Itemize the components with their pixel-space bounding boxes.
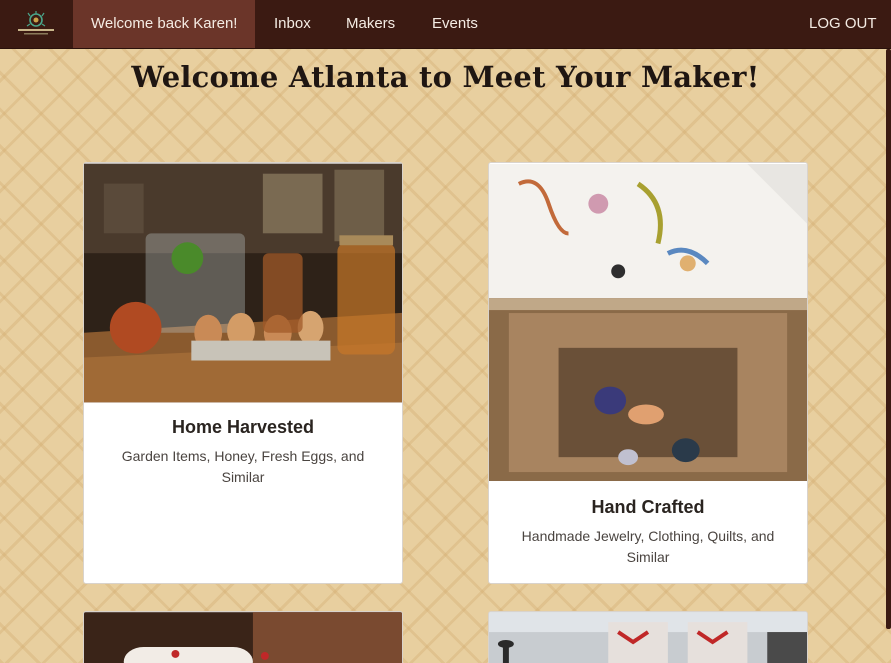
category-card-hand-crafted[interactable]: Hand Crafted Handmade Jewelry, Clothing,… [488,162,808,584]
wreath-logo-icon[interactable] [14,9,58,39]
card-title: Hand Crafted [591,497,705,517]
nav-events[interactable]: Events [432,0,478,48]
nav-welcome-user[interactable]: Welcome back Karen! [73,0,256,48]
card-photo-quilt [489,163,807,482]
card-title: Home Harvested [171,417,315,437]
category-card-baked[interactable] [83,611,403,663]
card-photo-gift-bags [489,612,807,663]
top-navbar: Welcome back Karen! Inbox Makers Events … [0,0,891,49]
card-photo-cake [84,612,402,663]
logout-button[interactable]: LOG OUT [809,0,877,48]
nav-inbox[interactable]: Inbox [274,0,311,48]
page-scrollbar[interactable] [886,49,891,629]
page-title: Welcome Atlanta to Meet Your Maker! [131,60,760,94]
category-card-home-harvested[interactable]: Home Harvested Garden Items, Honey, Fres… [83,162,403,584]
category-card-gifts[interactable] [488,611,808,663]
card-description: Handmade Jewelry, Clothing, Quilts, and … [521,528,775,565]
nav-makers[interactable]: Makers [346,0,395,48]
card-description: Garden Items, Honey, Fresh Eggs, and Sim… [121,448,365,485]
card-photo-produce [84,163,402,403]
